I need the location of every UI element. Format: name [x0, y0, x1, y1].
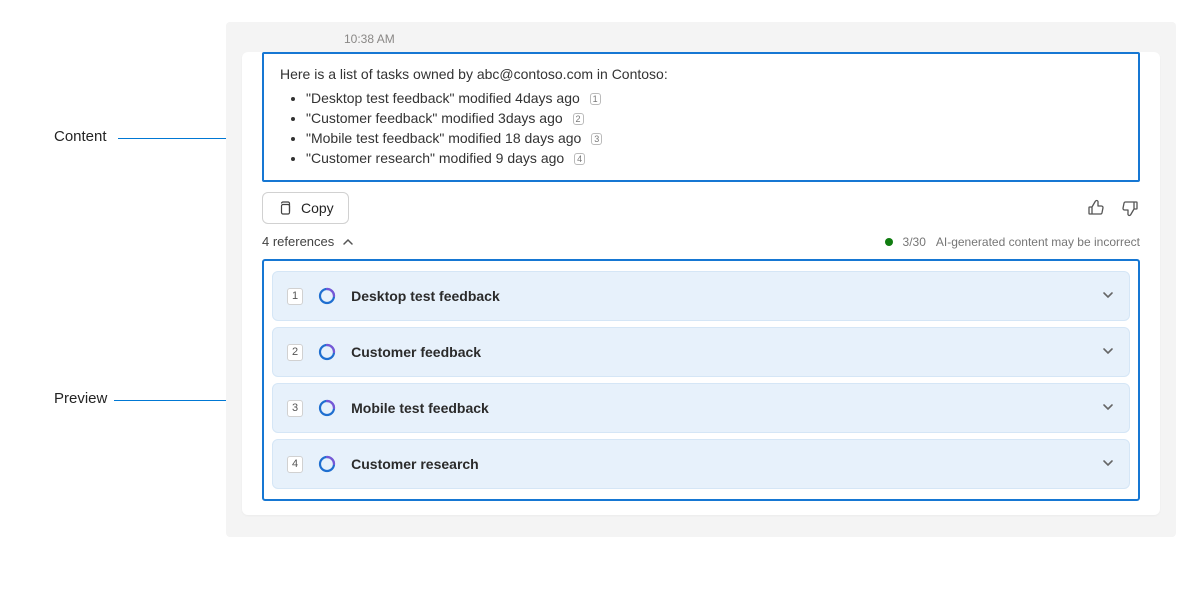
chevron-up-icon [342, 236, 354, 248]
citation-badge[interactable]: 1 [590, 93, 601, 105]
message-timestamp: 10:38 AM [226, 26, 1176, 52]
stage-background: 10:38 AM Here is a list of tasks owned b… [226, 22, 1176, 537]
annotation-content: Content [54, 128, 107, 145]
thumbs-up-icon[interactable] [1086, 198, 1106, 218]
reference-number-badge: 4 [287, 456, 303, 473]
usage-count: 3/30 [903, 235, 926, 249]
feedback-group [1086, 198, 1140, 218]
reference-number-badge: 2 [287, 344, 303, 361]
reference-item[interactable]: 3 Mobile test feedback [272, 383, 1130, 433]
meta-right: 3/30 AI-generated content may be incorre… [885, 235, 1140, 249]
citation-badge[interactable]: 3 [591, 133, 602, 145]
citation-badge[interactable]: 2 [573, 113, 584, 125]
task-list-item: "Customer research" modified 9 days ago … [306, 150, 1122, 166]
reference-title: Customer research [351, 456, 479, 472]
reference-title: Customer feedback [351, 344, 481, 360]
content-intro-text: Here is a list of tasks owned by abc@con… [280, 66, 1122, 82]
reference-number-badge: 3 [287, 400, 303, 417]
loop-icon [317, 454, 337, 474]
chevron-down-icon [1101, 400, 1115, 417]
preview-region-highlight: 1 Desktop test feedback 2 [262, 259, 1140, 501]
chevron-down-icon [1101, 288, 1115, 305]
reference-title: Mobile test feedback [351, 400, 489, 416]
loop-icon [317, 342, 337, 362]
ai-disclaimer: AI-generated content may be incorrect [936, 235, 1140, 249]
annotation-preview: Preview [54, 390, 107, 407]
task-list-item: "Customer feedback" modified 3days ago 2 [306, 110, 1122, 126]
copy-button[interactable]: Copy [262, 192, 349, 224]
content-region-highlight: Here is a list of tasks owned by abc@con… [262, 52, 1140, 182]
reference-title: Desktop test feedback [351, 288, 500, 304]
task-list: "Desktop test feedback" modified 4days a… [280, 90, 1122, 166]
reference-number-badge: 1 [287, 288, 303, 305]
action-row: Copy [262, 192, 1140, 224]
copy-icon [277, 200, 293, 216]
thumbs-down-icon[interactable] [1120, 198, 1140, 218]
references-header-row: 4 references 3/30 AI-generated content m… [262, 234, 1140, 249]
task-list-item: "Mobile test feedback" modified 18 days … [306, 130, 1122, 146]
chevron-down-icon [1101, 456, 1115, 473]
message-card: Here is a list of tasks owned by abc@con… [242, 52, 1160, 515]
reference-item[interactable]: 1 Desktop test feedback [272, 271, 1130, 321]
loop-icon [317, 286, 337, 306]
citation-badge[interactable]: 4 [574, 153, 585, 165]
reference-item[interactable]: 2 Customer feedback [272, 327, 1130, 377]
references-toggle[interactable]: 4 references [262, 234, 354, 249]
status-dot [885, 238, 893, 246]
task-list-item: "Desktop test feedback" modified 4days a… [306, 90, 1122, 106]
chevron-down-icon [1101, 344, 1115, 361]
reference-item[interactable]: 4 Customer research [272, 439, 1130, 489]
loop-icon [317, 398, 337, 418]
